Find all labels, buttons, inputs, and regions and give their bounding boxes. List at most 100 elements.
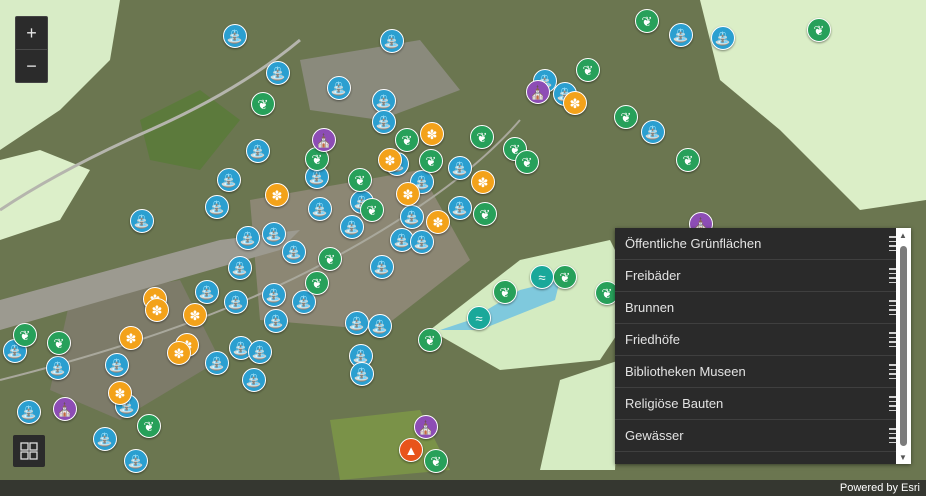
fountain-marker[interactable]: ⛲ xyxy=(327,76,351,100)
park-marker[interactable]: ❦ xyxy=(515,150,539,174)
cemetery-marker[interactable]: ▲ xyxy=(399,438,423,462)
palette-icon: ✽ xyxy=(384,152,396,168)
museum-marker[interactable]: ✽ xyxy=(378,148,402,172)
fountain-marker[interactable]: ⛲ xyxy=(711,26,735,50)
park-marker[interactable]: ❦ xyxy=(614,105,638,129)
scroll-up-icon[interactable]: ▲ xyxy=(899,231,907,240)
park-marker[interactable]: ❦ xyxy=(635,9,659,33)
fountain-marker[interactable]: ⛲ xyxy=(308,197,332,221)
fountain-marker[interactable]: ⛲ xyxy=(262,222,286,246)
park-marker[interactable]: ❦ xyxy=(418,328,442,352)
attribution-text[interactable]: Powered by Esri xyxy=(840,482,920,494)
zoom-out-button[interactable]: − xyxy=(16,49,47,82)
park-marker[interactable]: ❦ xyxy=(137,414,161,438)
fountain-marker[interactable]: ⛲ xyxy=(372,110,396,134)
museum-marker[interactable]: ✽ xyxy=(167,341,191,365)
layer-item-religioese-bauten[interactable]: Religiöse Bauten xyxy=(615,388,911,420)
park-marker[interactable]: ❦ xyxy=(348,168,372,192)
park-marker[interactable]: ❦ xyxy=(473,202,497,226)
layer-item-gewaesser[interactable]: Gewässer xyxy=(615,420,911,452)
park-marker[interactable]: ❦ xyxy=(47,331,71,355)
museum-marker[interactable]: ✽ xyxy=(420,122,444,146)
fountain-marker[interactable]: ⛲ xyxy=(246,139,270,163)
park-marker[interactable]: ❦ xyxy=(807,18,831,42)
fountain-marker[interactable]: ⛲ xyxy=(236,226,260,250)
park-marker[interactable]: ❦ xyxy=(13,323,37,347)
fountain-marker[interactable]: ⛲ xyxy=(448,156,472,180)
park-marker[interactable]: ❦ xyxy=(419,149,443,173)
park-marker[interactable]: ❦ xyxy=(251,92,275,116)
fountain-marker[interactable]: ⛲ xyxy=(669,23,693,47)
fountain-icon: ⛲ xyxy=(127,453,145,469)
scroll-down-icon[interactable]: ▼ xyxy=(899,453,907,462)
fountain-marker[interactable]: ⛲ xyxy=(93,427,117,451)
layer-item-friedhoefe[interactable]: Friedhöfe xyxy=(615,324,911,356)
fountain-marker[interactable]: ⛲ xyxy=(641,120,665,144)
park-marker[interactable]: ❦ xyxy=(360,198,384,222)
layer-list-scrollbar[interactable]: ▲ ▼ xyxy=(896,228,911,464)
layer-item-oeffentliche-gruenflaechen[interactable]: Öffentliche Grünflächen xyxy=(615,228,911,260)
layer-item-bibliotheken-museen[interactable]: Bibliotheken Museen xyxy=(615,356,911,388)
park-marker[interactable]: ❦ xyxy=(318,247,342,271)
park-marker[interactable]: ❦ xyxy=(395,128,419,152)
park-marker[interactable]: ❦ xyxy=(576,58,600,82)
museum-marker[interactable]: ✽ xyxy=(119,326,143,350)
fountain-marker[interactable]: ⛲ xyxy=(205,351,229,375)
fountain-marker[interactable]: ⛲ xyxy=(17,400,41,424)
fountain-marker[interactable]: ⛲ xyxy=(223,24,247,48)
basemap-gallery-button[interactable] xyxy=(13,435,45,467)
fountain-marker[interactable]: ⛲ xyxy=(370,255,394,279)
layer-item-freibaeder[interactable]: Freibäder xyxy=(615,260,911,292)
fountain-marker[interactable]: ⛲ xyxy=(130,209,154,233)
fountain-marker[interactable]: ⛲ xyxy=(46,356,70,380)
church-marker[interactable]: ⛪ xyxy=(53,397,77,421)
park-marker[interactable]: ❦ xyxy=(424,449,448,473)
museum-marker[interactable]: ✽ xyxy=(396,182,420,206)
fountain-marker[interactable]: ⛲ xyxy=(248,340,272,364)
museum-marker[interactable]: ✽ xyxy=(183,303,207,327)
fountain-marker[interactable]: ⛲ xyxy=(368,314,392,338)
fountain-marker[interactable]: ⛲ xyxy=(217,168,241,192)
fountain-marker[interactable]: ⛲ xyxy=(380,29,404,53)
museum-marker[interactable]: ✽ xyxy=(108,381,132,405)
fountain-marker[interactable]: ⛲ xyxy=(262,283,286,307)
church-marker[interactable]: ⛪ xyxy=(312,128,336,152)
fountain-marker[interactable]: ⛲ xyxy=(242,368,266,392)
fountain-marker[interactable]: ⛲ xyxy=(345,311,369,335)
fountain-marker[interactable]: ⛲ xyxy=(350,362,374,386)
fountain-marker[interactable]: ⛲ xyxy=(282,240,306,264)
fountain-marker[interactable]: ⛲ xyxy=(224,290,248,314)
layer-list-panel: Öffentliche Grünflächen Freibäder Brunne… xyxy=(615,228,911,464)
park-marker[interactable]: ❦ xyxy=(493,280,517,304)
fountain-icon: ⛲ xyxy=(226,28,244,44)
fountain-marker[interactable]: ⛲ xyxy=(410,230,434,254)
swimming-pool-marker[interactable]: ≈ xyxy=(530,265,554,289)
layer-item-brunnen[interactable]: Brunnen xyxy=(615,292,911,324)
park-marker[interactable]: ❦ xyxy=(305,271,329,295)
fountain-marker[interactable]: ⛲ xyxy=(400,205,424,229)
fountain-marker[interactable]: ⛲ xyxy=(228,256,252,280)
leaf-icon: ❦ xyxy=(354,172,366,188)
fountain-marker[interactable]: ⛲ xyxy=(105,353,129,377)
park-marker[interactable]: ❦ xyxy=(470,125,494,149)
zoom-in-button[interactable]: + xyxy=(16,17,47,49)
church-marker[interactable]: ⛪ xyxy=(526,80,550,104)
scrollbar-thumb[interactable] xyxy=(900,246,907,446)
park-marker[interactable]: ❦ xyxy=(553,265,577,289)
park-marker[interactable]: ❦ xyxy=(676,148,700,172)
museum-marker[interactable]: ✽ xyxy=(471,170,495,194)
fountain-marker[interactable]: ⛲ xyxy=(266,61,290,85)
fountain-marker[interactable]: ⛲ xyxy=(124,449,148,473)
fountain-marker[interactable]: ⛲ xyxy=(264,309,288,333)
museum-marker[interactable]: ✽ xyxy=(265,183,289,207)
museum-marker[interactable]: ✽ xyxy=(563,91,587,115)
fountain-marker[interactable]: ⛲ xyxy=(448,196,472,220)
swimming-pool-marker[interactable]: ≈ xyxy=(467,306,491,330)
palette-icon: ✽ xyxy=(271,187,283,203)
museum-marker[interactable]: ✽ xyxy=(145,298,169,322)
fountain-marker[interactable]: ⛲ xyxy=(205,195,229,219)
church-marker[interactable]: ⛪ xyxy=(414,415,438,439)
fountain-marker[interactable]: ⛲ xyxy=(340,215,364,239)
museum-marker[interactable]: ✽ xyxy=(426,210,450,234)
fountain-marker[interactable]: ⛲ xyxy=(195,280,219,304)
